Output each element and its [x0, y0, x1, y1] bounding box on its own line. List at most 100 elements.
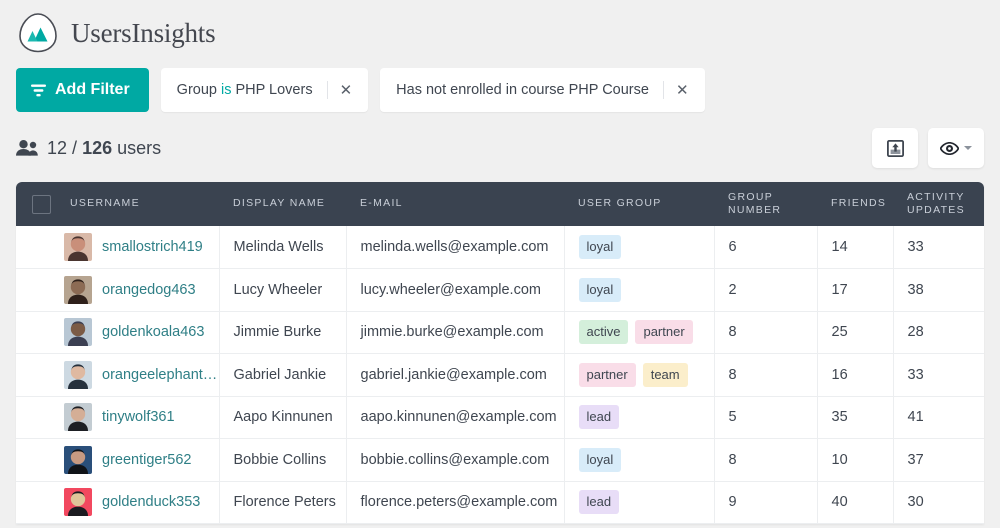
username-link[interactable]: goldenduck353 — [102, 494, 200, 510]
eye-icon — [940, 141, 959, 155]
user-group-badge[interactable]: loyal — [578, 235, 622, 259]
cell-username: tinywolf361 — [64, 396, 220, 439]
column-header-group-number[interactable]: GROUP NUMBER — [714, 182, 817, 226]
table-row[interactable]: orangedog463 Lucy Wheeler lucy.wheeler@e… — [16, 268, 984, 312]
avatar — [64, 445, 92, 474]
cell-user-group: lead — [564, 396, 715, 439]
column-header-username[interactable]: USERNAME — [64, 182, 219, 226]
row-select-cell[interactable] — [16, 226, 64, 269]
filter-chip-course[interactable]: Has not enrolled in course PHP Course ✕ — [380, 68, 705, 112]
table-tools — [872, 128, 984, 168]
username-link[interactable]: smallostrich419 — [102, 239, 203, 255]
remove-filter-icon[interactable]: ✕ — [676, 83, 705, 98]
avatar — [64, 360, 92, 389]
export-box-icon — [886, 139, 904, 157]
table-row[interactable]: orangeelephant223 Gabriel Jankie gabriel… — [16, 353, 984, 397]
cell-display-name: Lucy Wheeler — [219, 268, 347, 312]
add-filter-label: Add Filter — [55, 81, 130, 98]
avatar — [64, 318, 92, 347]
table-row[interactable]: goldenkoala463 Jimmie Burke jimmie.burke… — [16, 311, 984, 354]
brand-name: UsersInsights — [71, 17, 216, 48]
cell-user-group: loyal — [564, 268, 715, 312]
username-link[interactable]: goldenkoala463 — [102, 324, 204, 340]
cell-display-name: Florence Peters — [219, 481, 347, 524]
cell-friends: 40 — [817, 481, 894, 524]
column-header-email[interactable]: E-MAIL — [346, 182, 564, 226]
row-select-cell[interactable] — [16, 396, 64, 439]
row-select-cell[interactable] — [16, 481, 64, 524]
row-select-cell[interactable] — [16, 311, 64, 354]
cell-email: bobbie.collins@example.com — [346, 438, 565, 482]
cell-email: lucy.wheeler@example.com — [346, 268, 565, 312]
cell-user-group: active partner — [564, 311, 715, 354]
cell-activity-updates: 41 — [893, 396, 984, 439]
user-count: 12 / 126 users — [16, 138, 161, 159]
cell-friends: 10 — [817, 438, 894, 482]
remove-filter-icon[interactable]: ✕ — [340, 83, 369, 98]
filter-chip-field: Group — [176, 82, 217, 98]
user-group-badge[interactable]: active — [578, 320, 629, 345]
column-header-display-name[interactable]: DISPLAY NAME — [219, 182, 346, 226]
export-button[interactable] — [872, 128, 918, 168]
users-icon — [16, 140, 38, 156]
cell-friends: 16 — [817, 353, 894, 397]
column-header-user-group[interactable]: USER GROUP — [564, 182, 714, 226]
cell-email: melinda.wells@example.com — [346, 226, 565, 269]
count-separator: / — [72, 137, 78, 158]
chip-divider — [326, 81, 328, 99]
funnel-icon — [31, 84, 46, 96]
user-group-badge[interactable]: team — [642, 362, 688, 387]
cell-display-name: Jimmie Burke — [219, 311, 347, 354]
mountain-logo-icon — [19, 13, 57, 53]
cell-email: florence.peters@example.com — [346, 481, 565, 524]
cell-email: gabriel.jankie@example.com — [346, 353, 565, 397]
table-row[interactable]: greentiger562 Bobbie Collins bobbie.coll… — [16, 438, 984, 482]
filter-bar: Add Filter Group is PHP Lovers ✕ Has not… — [0, 56, 1000, 114]
user-group-badge[interactable]: lead — [578, 490, 620, 515]
chevron-down-icon — [964, 146, 972, 150]
cell-group-number: 5 — [714, 396, 818, 439]
app-header: UsersInsights — [0, 0, 1000, 56]
cell-activity-updates: 28 — [893, 311, 984, 354]
cell-email: jimmie.burke@example.com — [346, 311, 565, 354]
filter-chip-group[interactable]: Group is PHP Lovers ✕ — [160, 68, 369, 112]
users-table: USERNAME DISPLAY NAME E-MAIL USER GROUP … — [16, 182, 984, 524]
cell-username: goldenkoala463 — [64, 311, 220, 354]
row-select-cell[interactable] — [16, 438, 64, 482]
username-link[interactable]: orangeelephant223 — [102, 367, 218, 383]
user-group-badge[interactable]: partner — [635, 320, 693, 345]
visible-columns-button[interactable] — [928, 128, 984, 168]
user-group-badge[interactable]: lead — [578, 405, 620, 430]
cell-group-number: 8 — [714, 438, 818, 482]
cell-display-name: Melinda Wells — [219, 226, 347, 269]
row-select-cell[interactable] — [16, 353, 64, 397]
filter-chip-value: PHP Lovers — [235, 82, 313, 98]
row-select-cell[interactable] — [16, 268, 64, 312]
cell-user-group: loyal — [564, 438, 715, 482]
cell-display-name: Bobbie Collins — [219, 438, 347, 482]
column-header-friends[interactable]: FRIENDS — [817, 182, 893, 226]
table-head: USERNAME DISPLAY NAME E-MAIL USER GROUP … — [16, 182, 984, 226]
table-row[interactable]: tinywolf361 Aapo Kinnunen aapo.kinnunen@… — [16, 396, 984, 439]
cell-username: orangedog463 — [64, 268, 220, 312]
table-row[interactable]: goldenduck353 Florence Peters florence.p… — [16, 481, 984, 524]
username-link[interactable]: tinywolf361 — [102, 409, 175, 425]
user-group-badge[interactable]: loyal — [578, 277, 622, 302]
user-group-badge[interactable]: partner — [578, 362, 636, 387]
column-header-activity-updates[interactable]: ACTIVITY UPDATES — [893, 182, 984, 226]
cell-activity-updates: 33 — [893, 226, 984, 269]
column-header-select — [16, 182, 64, 226]
users-table-container: USERNAME DISPLAY NAME E-MAIL USER GROUP … — [16, 182, 984, 524]
cell-group-number: 8 — [714, 353, 818, 397]
user-group-badge[interactable]: loyal — [578, 447, 622, 472]
table-row[interactable]: smallostrich419 Melinda Wells melinda.we… — [16, 226, 984, 269]
avatar — [64, 233, 92, 261]
cell-group-number: 8 — [714, 311, 818, 354]
cell-group-number: 6 — [714, 226, 818, 269]
select-all-checkbox[interactable] — [32, 194, 51, 214]
username-link[interactable]: orangedog463 — [102, 282, 196, 298]
cell-username: greentiger562 — [64, 438, 220, 482]
username-link[interactable]: greentiger562 — [102, 452, 192, 468]
add-filter-button[interactable]: Add Filter — [16, 68, 149, 112]
avatar — [64, 488, 92, 517]
